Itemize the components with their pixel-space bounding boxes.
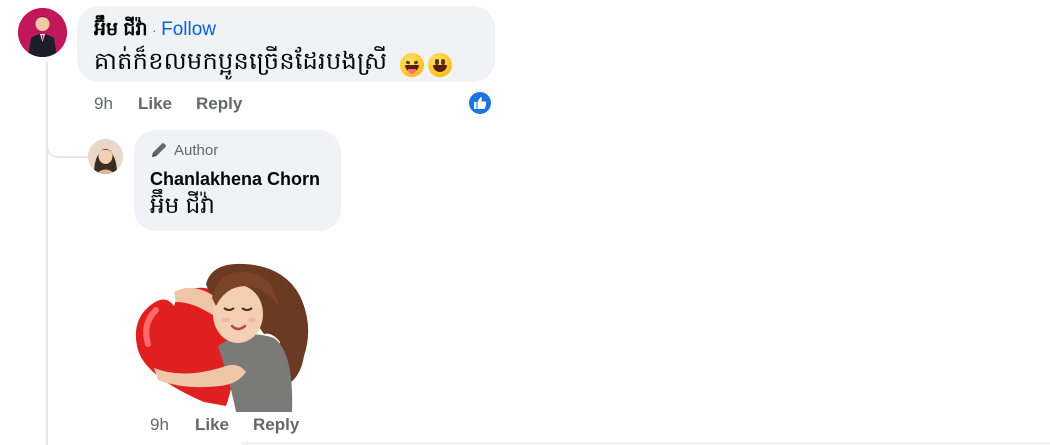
avatar[interactable]	[18, 8, 67, 57]
grinning-squinting-tongue-emoji	[399, 52, 424, 77]
follow-link[interactable]: Follow	[161, 19, 216, 40]
pen-icon	[152, 143, 166, 157]
reply-button[interactable]: Reply	[196, 94, 242, 114]
sticker-image	[135, 263, 309, 412]
grinning-face-emoji	[428, 52, 453, 77]
reply-like-button[interactable]: Like	[195, 415, 229, 435]
separator-dot: ·	[151, 22, 157, 38]
reply-text: អ៊ឹម ជីវ៉ា	[150, 192, 215, 218]
comment-header: អ៊ឹម ជីវ៉ា · Follow	[94, 17, 216, 45]
reply-author[interactable]: Chanlakhena Chorn	[150, 169, 320, 190]
comment-author[interactable]: អ៊ឹម ជីវ៉ា	[94, 19, 148, 40]
comment-time[interactable]: 9h	[94, 94, 113, 114]
comment-bubble: អ៊ឹម ជីវ៉ា · Follow គាត់ក៏ខលមកប្អូនច្រើន…	[77, 6, 495, 82]
reply-time[interactable]: 9h	[150, 415, 169, 435]
reply-connector-line	[46, 128, 90, 158]
comment-text: គាត់ក៏ខលមកប្អូនច្រើនដែរបងស្រី	[94, 48, 388, 75]
author-badge-label: Author	[174, 141, 219, 159]
thread-line	[46, 62, 48, 445]
profile-photo-icon	[18, 8, 67, 57]
heart-hug-sticker	[134, 262, 312, 412]
like-reaction-badge[interactable]	[467, 90, 493, 116]
profile-photo-icon	[88, 139, 123, 174]
comment-body: គាត់ក៏ខលមកប្អូនច្រើនដែរបងស្រី	[94, 46, 453, 81]
author-badge: Author	[150, 141, 218, 159]
reply-bubble: Author Chanlakhena Chorn អ៊ឹម ជីវ៉ា	[134, 130, 341, 231]
reply-avatar[interactable]	[88, 139, 123, 174]
thumbs-up-icon	[474, 97, 487, 109]
reply-reply-button[interactable]: Reply	[253, 415, 299, 435]
like-button[interactable]: Like	[138, 94, 172, 114]
